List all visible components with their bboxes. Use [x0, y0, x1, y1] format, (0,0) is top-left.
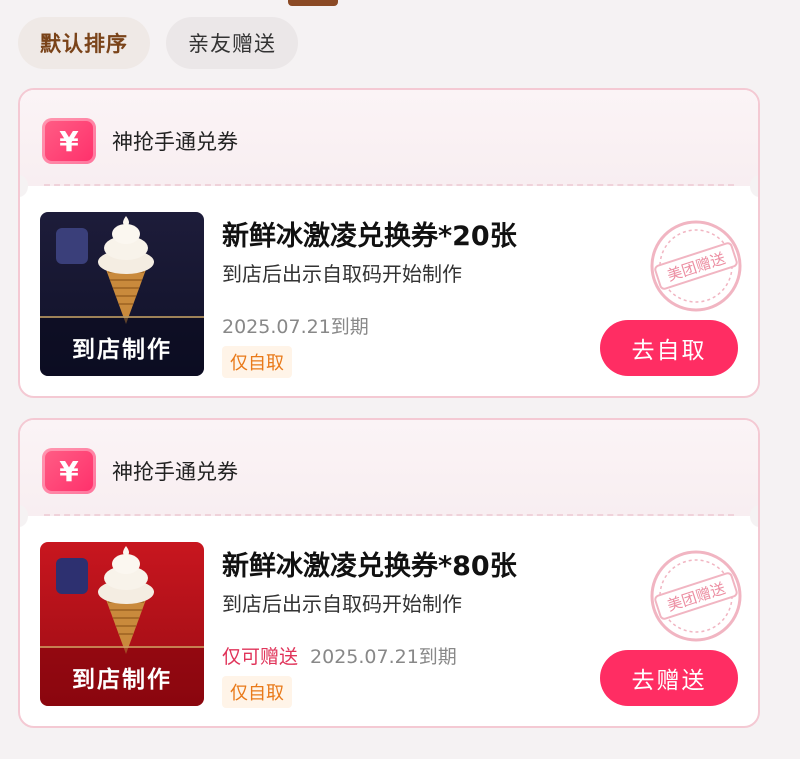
ticket-notch [750, 175, 758, 197]
card-header: ¥ 神抢手通兑券 [20, 420, 758, 516]
coupon-brand: 神抢手通兑券 [112, 460, 238, 484]
sort-tabs: 默认排序 亲友赠送 [18, 17, 298, 69]
product-thumbnail[interactable]: 到店制作 [40, 212, 204, 376]
card-header: ¥ 神抢手通兑券 [20, 90, 758, 186]
pickup-only-tag: 仅自取 [222, 676, 292, 708]
coupon-brand: 神抢手通兑券 [112, 130, 238, 154]
pickup-only-tag: 仅自取 [222, 346, 292, 378]
coupon-meta: 仅可赠送 2025.07.21到期 [222, 642, 457, 669]
yen-icon: ¥ [42, 118, 96, 164]
ice-cream-icon [98, 546, 154, 654]
brand-logo [56, 558, 88, 594]
coupon-meta: 2025.07.21到期 [222, 312, 369, 339]
gift-stamp-icon: 美团赠送 [650, 220, 742, 312]
coupon-description: 到店后出示自取码开始制作 [222, 262, 462, 286]
thumbnail-label: 到店制作 [40, 646, 204, 706]
expiry-date: 2025.07.21到期 [222, 316, 369, 338]
coupon-card[interactable]: ¥ 神抢手通兑券 到店制作 新鲜冰激凌兑换券*20张 到店后出示自取码开始制作 … [18, 88, 760, 398]
brand-logo [56, 228, 88, 264]
self-pickup-button[interactable]: 去自取 [600, 320, 738, 376]
ice-cream-icon [98, 216, 154, 324]
gift-only-note: 仅可赠送 [222, 646, 299, 668]
coupon-description: 到店后出示自取码开始制作 [222, 592, 462, 616]
tab-friend-gift[interactable]: 亲友赠送 [166, 17, 298, 69]
product-thumbnail[interactable]: 到店制作 [40, 542, 204, 706]
coupon-title: 新鲜冰激凌兑换券*20张 [222, 221, 517, 252]
top-indicator [288, 0, 338, 6]
send-gift-button[interactable]: 去赠送 [600, 650, 738, 706]
coupon-card[interactable]: ¥ 神抢手通兑券 到店制作 新鲜冰激凌兑换券*80张 到店后出示自取码开始制作 … [18, 418, 760, 728]
expiry-date: 2025.07.21到期 [310, 646, 457, 668]
yen-icon: ¥ [42, 448, 96, 494]
gift-stamp-icon: 美团赠送 [650, 550, 742, 642]
tab-default-sort[interactable]: 默认排序 [18, 17, 150, 69]
ticket-notch [750, 505, 758, 527]
thumbnail-label: 到店制作 [40, 316, 204, 376]
coupon-title: 新鲜冰激凌兑换券*80张 [222, 551, 517, 582]
